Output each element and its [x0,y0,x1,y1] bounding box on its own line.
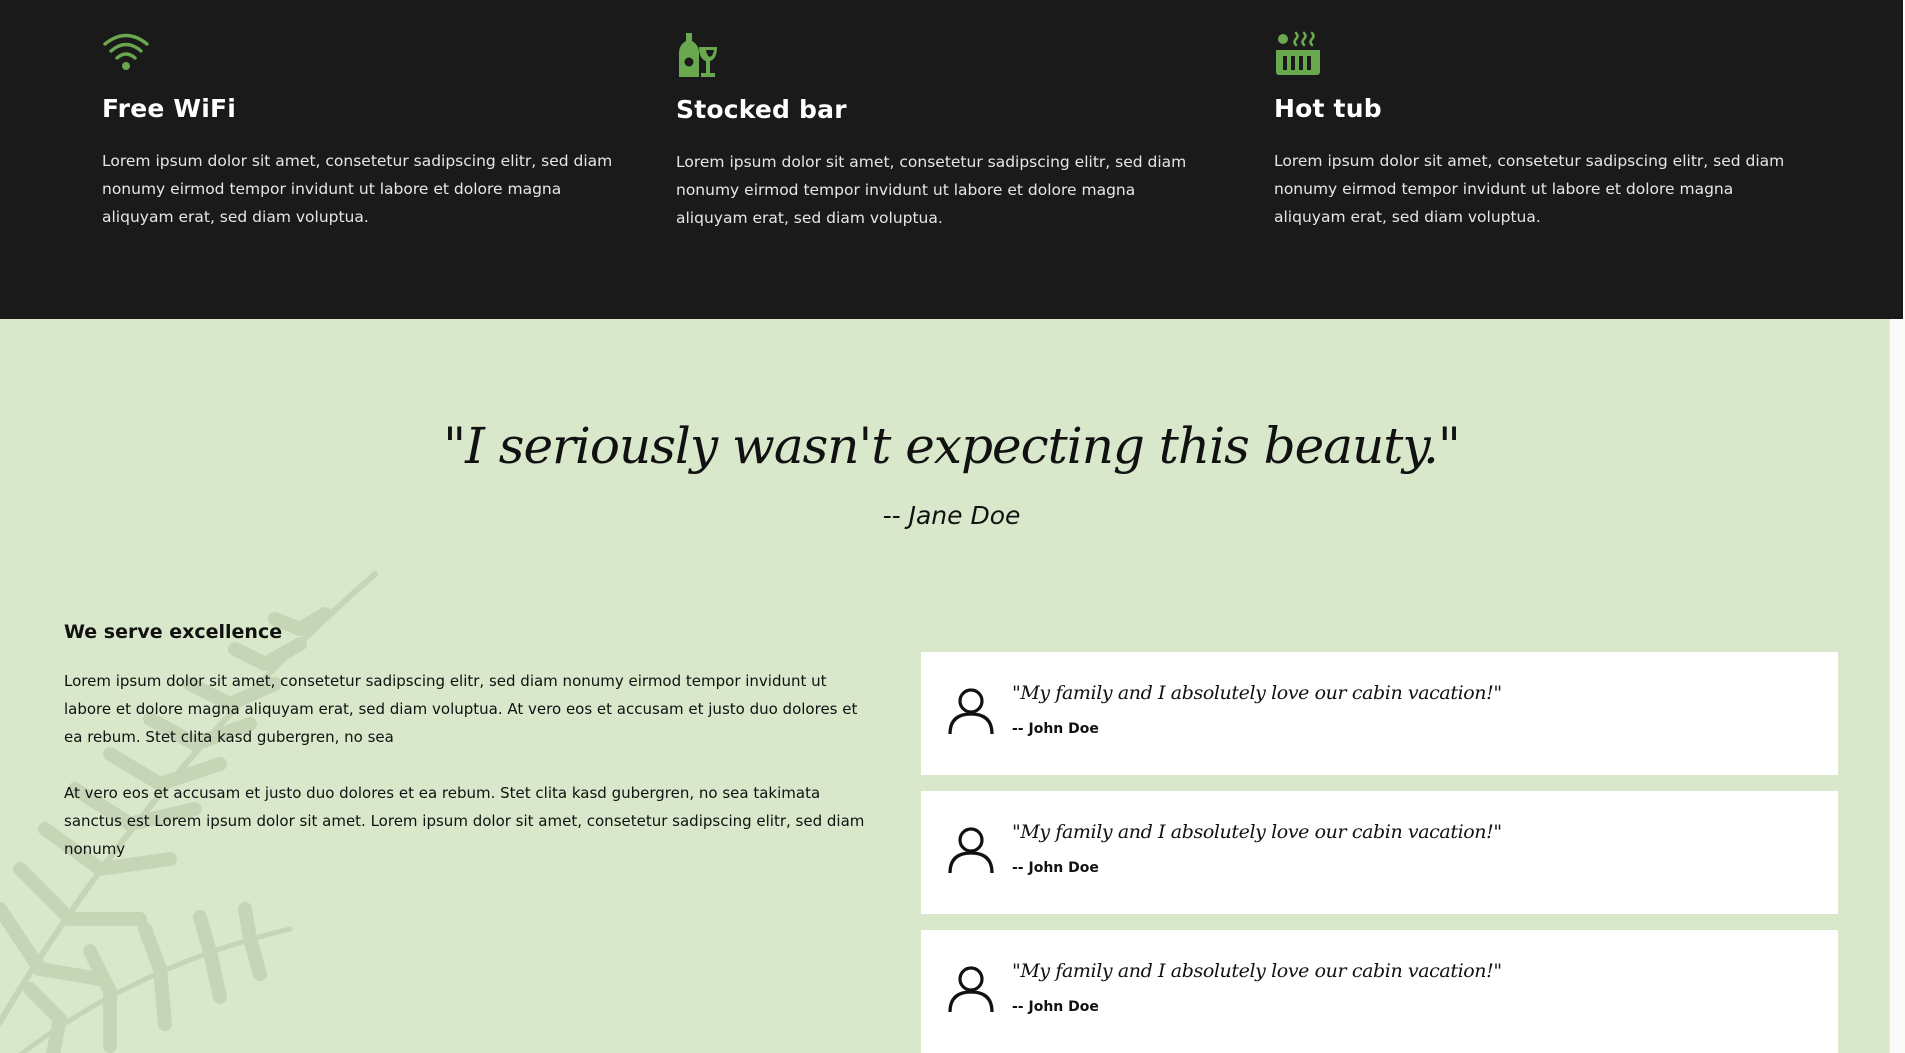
featured-testimonial-quote: "I seriously wasn't expecting this beaut… [443,417,1461,475]
feature-hot-tub: Hot tub Lorem ipsum dolor sit amet, cons… [1274,30,1794,231]
excellence-paragraph: Lorem ipsum dolor sit amet, consetetur s… [64,672,858,746]
review-card: "My family and I absolutely love our cab… [921,791,1838,914]
review-author: -- John Doe [1012,860,1099,876]
review-quote: "My family and I absolutely love our cab… [1012,682,1502,704]
review-quote: "My family and I absolutely love our cab… [1012,960,1502,982]
user-icon [948,827,994,874]
user-icon [948,688,994,735]
review-author: -- John Doe [1012,721,1099,737]
excellence-paragraph: At vero eos et accusam et justo duo dolo… [64,784,865,858]
user-icon [948,966,994,1013]
review-card: "My family and I absolutely love our cab… [921,652,1838,775]
review-card: "My family and I absolutely love our cab… [921,930,1838,1053]
testimonials-section: "I seriously wasn't expecting this beaut… [0,319,1903,1053]
excellence-block: We serve excellence Lorem ipsum dolor si… [64,621,874,863]
wifi-icon [102,30,622,80]
review-author: -- John Doe [1012,999,1099,1015]
feature-free-wifi: Free WiFi Lorem ipsum dolor sit amet, co… [102,30,622,231]
feature-stocked-bar: Stocked bar Lorem ipsum dolor sit amet, … [676,31,1196,232]
review-quote: "My family and I absolutely love our cab… [1012,821,1502,843]
feature-title: Stocked bar [676,95,847,124]
hot-tub-icon [1274,30,1794,80]
feature-description: Lorem ipsum dolor sit amet, consetetur s… [1274,152,1785,226]
featured-testimonial-author: -- Jane Doe [882,501,1021,530]
feature-title: Free WiFi [102,94,237,123]
feature-description: Lorem ipsum dolor sit amet, consetetur s… [676,153,1187,227]
amenities-section: Free WiFi Lorem ipsum dolor sit amet, co… [0,0,1903,319]
feature-title: Hot tub [1274,94,1382,123]
wine-bottle-glass-icon [676,31,1196,81]
excellence-title: We serve excellence [64,621,283,643]
feature-description: Lorem ipsum dolor sit amet, consetetur s… [102,152,613,226]
